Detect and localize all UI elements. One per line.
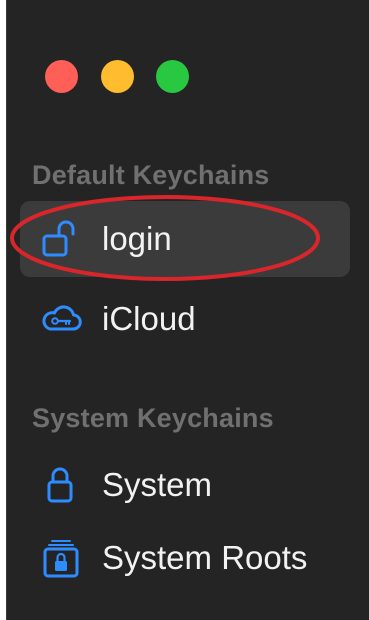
minimize-window-button[interactable]: [101, 60, 134, 93]
sidebar-item-system[interactable]: System: [20, 447, 350, 523]
unlocked-padlock-icon: [42, 220, 75, 257]
section-title-system-keychains: System Keychains: [32, 403, 274, 433]
sidebar-item-label: login: [102, 220, 172, 257]
icloud-key-icon: [42, 305, 82, 331]
sidebar-item-system-roots[interactable]: System Roots: [20, 520, 350, 596]
sidebar-item-label: System Roots: [102, 539, 308, 576]
window-edge: [6, 0, 7, 620]
locked-cabinet-icon: [43, 540, 79, 578]
sidebar-item-label: System: [102, 466, 213, 503]
sidebar-item-icloud[interactable]: iCloud: [20, 281, 350, 357]
padlock-icon: [47, 467, 73, 503]
close-window-button[interactable]: [45, 60, 78, 93]
sidebar-item-label: iCloud: [102, 300, 196, 337]
zoom-window-button[interactable]: [156, 60, 189, 93]
sidebar-item-login[interactable]: login: [20, 201, 350, 277]
section-title-default-keychains: Default Keychains: [32, 160, 270, 190]
